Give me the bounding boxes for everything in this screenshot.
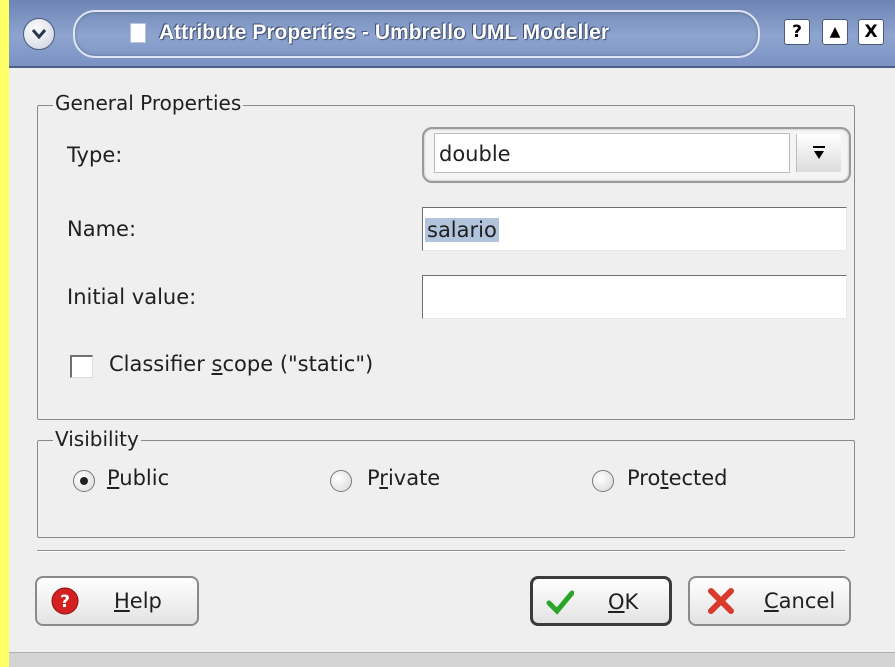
name-input-value: salario [425,218,499,242]
radio-public[interactable] [73,470,95,492]
window-menu-button[interactable] [23,18,55,50]
classifier-scope-mnemonic: s [211,352,223,376]
protected-text-a: Pro [627,466,661,490]
ok-button[interactable]: OK [530,576,672,626]
type-label: Type: [67,143,123,167]
close-button[interactable]: X [858,19,884,45]
cancel-button-label: Cancel [764,589,835,613]
type-combo-field[interactable]: double [434,133,790,173]
classifier-scope-text-b: cope ("static") [222,352,374,376]
cancel-button[interactable]: Cancel [688,576,851,626]
window-title: Attribute Properties - Umbrello UML Mode… [159,21,609,44]
arrow-down-icon [813,146,825,159]
check-icon [546,590,574,615]
initial-value-input[interactable] [422,275,847,319]
radio-public-label[interactable]: Public [107,466,169,490]
chevron-down-icon [31,29,47,40]
protected-text-b: ected [668,466,728,490]
title-pill: Attribute Properties - Umbrello UML Mode… [73,10,760,58]
private-mnemonic: r [379,466,388,490]
cancel-text: ancel [778,589,836,613]
general-properties-title: General Properties [53,91,244,115]
help-circle-icon: ? [51,587,79,615]
protected-mnemonic: t [660,466,669,490]
bottom-frame [9,652,895,667]
name-label: Name: [67,217,137,241]
help-title-button[interactable]: ? [784,19,810,45]
radio-selected-dot [80,477,88,485]
help-button[interactable]: ? Help [35,576,199,626]
document-icon [130,23,146,43]
radio-private-label[interactable]: Private [367,466,440,490]
close-icon: X [864,22,878,42]
button-separator [37,550,845,552]
help-button-label: Help [114,589,162,613]
classifier-scope-checkbox[interactable] [70,355,93,378]
title-bar[interactable]: Attribute Properties - Umbrello UML Mode… [9,0,895,68]
radio-private[interactable] [330,470,352,492]
maximize-icon: ▲ [829,24,841,40]
private-text-b: ivate [387,466,441,490]
classifier-scope-label[interactable]: Classifier scope ("static") [109,352,373,376]
private-text-a: P [367,466,380,490]
name-input[interactable]: salario [422,207,847,251]
visibility-title: Visibility [53,427,141,451]
classifier-scope-text-a: Classifier [109,352,212,376]
help-mnemonic: H [114,589,130,613]
type-combobox[interactable]: double [422,127,851,183]
ok-mnemonic: O [608,590,625,614]
public-mnemonic: P [107,466,120,490]
ok-text: K [624,590,639,614]
public-text-b: ublic [119,466,170,490]
radio-protected[interactable] [592,470,614,492]
maximize-button[interactable]: ▲ [822,19,848,45]
ok-button-label: OK [608,590,638,614]
radio-protected-label[interactable]: Protected [627,466,728,490]
type-dropdown-button[interactable] [796,134,841,172]
dialog-window: Attribute Properties - Umbrello UML Mode… [9,0,895,667]
cancel-mnemonic: C [764,589,779,613]
cancel-x-icon [708,588,734,614]
svg-text:?: ? [60,592,70,612]
initial-value-label: Initial value: [67,285,197,309]
help-text: elp [129,589,162,613]
question-icon: ? [792,22,802,42]
